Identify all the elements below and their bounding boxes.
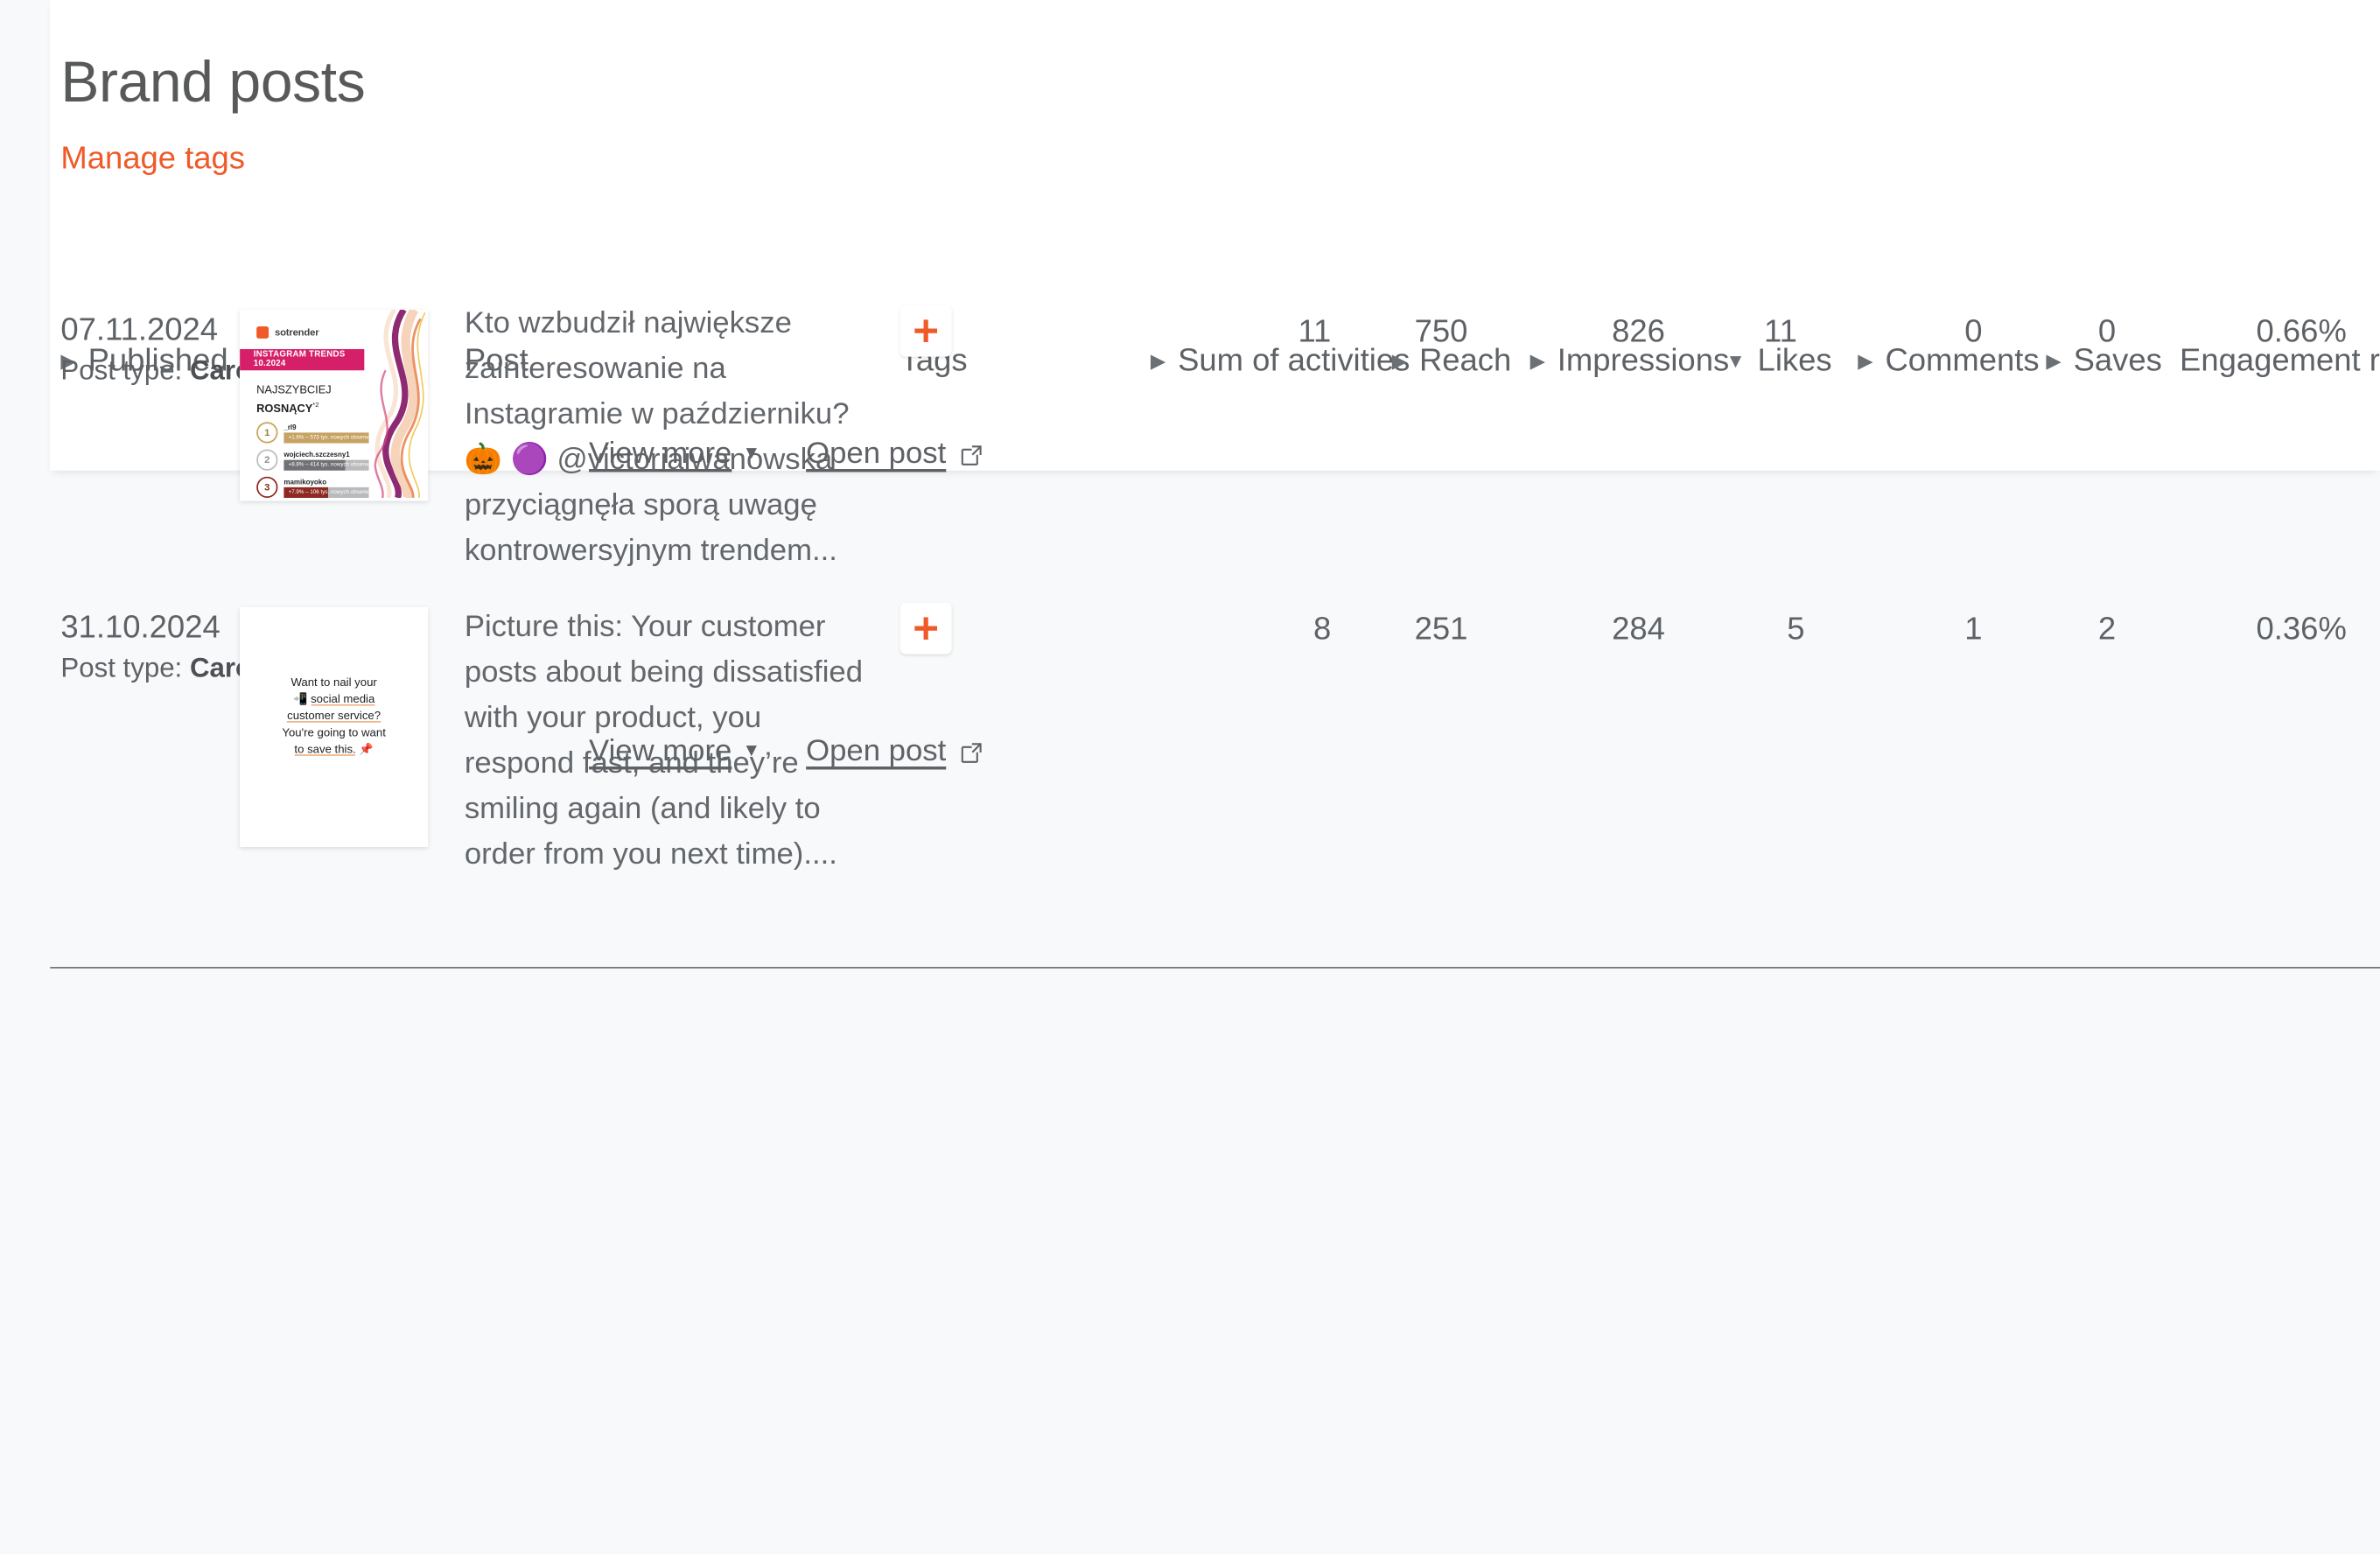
mobile-phone-icon: 📲 — [292, 692, 308, 706]
rank-bar: +1.6% – 573 tys. nowych obserw. — [284, 431, 370, 443]
post-actions: View more ▼ Open post — [589, 438, 984, 472]
external-link-icon — [960, 443, 984, 467]
open-post-button[interactable]: Open post — [806, 438, 984, 472]
chevron-down-icon: ▼ — [742, 440, 761, 463]
published-date: 07.11.2024 — [60, 312, 219, 348]
open-post-label: Open post — [806, 437, 947, 471]
ranking-entry: 1 _rl9 +1.6% – 573 tys. nowych obserw. — [256, 422, 370, 444]
thumbnail-text: Want to nail your 📲 social media custome… — [240, 674, 428, 757]
brand-posts-page: Brand posts Manage tags ▶ Published Post… — [0, 0, 2380, 1554]
rank-username: mamikoyoko — [284, 477, 327, 486]
view-more-button[interactable]: View more ▼ — [589, 735, 760, 770]
external-link-icon — [960, 740, 984, 765]
pushpin-icon: 📌 — [359, 742, 374, 756]
open-post-button[interactable]: Open post — [806, 735, 984, 770]
chevron-down-icon: ▼ — [742, 738, 761, 760]
page-title: Brand posts — [60, 51, 366, 116]
post-thumbnail[interactable]: Want to nail your 📲 social media custome… — [240, 606, 429, 847]
triangle-right-icon: ▶ — [1150, 348, 1166, 372]
thumbnail-headline-sup: *2 — [312, 400, 319, 408]
rank-bar-label: +1.6% – 573 tys. nowych obserw. — [288, 434, 370, 441]
triangle-right-icon: ▶ — [1530, 348, 1545, 372]
manage-tags-link[interactable]: Manage tags — [60, 141, 245, 178]
thumbnail-text-line1: Want to nail your — [290, 675, 377, 690]
thumbnail-text-line4: You're going to want — [282, 725, 386, 739]
triangle-right-icon: ▶ — [1858, 348, 1873, 372]
thumbnail-text-line3: customer service? — [287, 709, 382, 723]
rank-number: 2 — [256, 449, 278, 471]
triangle-right-icon: ▶ — [2046, 348, 2062, 372]
row-separator — [50, 967, 2380, 969]
rank-username: wojciech.szczesny1 — [284, 450, 350, 458]
ranking-entry: 3 mamikoyoko +7.9% – 106 tys. nowych obs… — [256, 476, 370, 498]
thumbnail-banner: INSTAGRAM TRENDS 10.2024 — [240, 348, 365, 371]
add-tag-button[interactable] — [900, 304, 952, 357]
plus-icon — [914, 617, 937, 640]
ranking-entry: 2 wojciech.szczesny1 +8.8% – 414 tys. no… — [256, 449, 370, 471]
thumbnail-headline-line1: NAJSZYBCIEJ — [256, 382, 332, 396]
thumbnail-headline: NAJSZYBCIEJ ROSNĄCY*2 — [256, 382, 331, 415]
view-more-button[interactable]: View more ▼ — [589, 438, 760, 472]
rank-bar: +7.9% – 106 tys. nowych obserw. — [284, 486, 370, 498]
published-date: 31.10.2024 — [60, 610, 220, 646]
thumbnail-text-line2: social media — [311, 692, 375, 706]
add-tag-button[interactable] — [900, 602, 952, 654]
rank-bar-label: +8.8% – 414 tys. nowych obserw. — [288, 461, 370, 468]
plus-icon — [914, 319, 937, 342]
rank-bar-label: +7.9% – 106 tys. nowych obserw. — [288, 488, 370, 495]
text-card-thumbnail: Want to nail your 📲 social media custome… — [240, 606, 429, 847]
triangle-right-icon: ▶ — [1391, 348, 1408, 372]
logo-mark-icon — [256, 326, 270, 339]
sotrender-infographic-thumbnail: sotrender INSTAGRAM TRENDS 10.2024 NAJSZ… — [240, 309, 429, 498]
rank-bar: +8.8% – 414 tys. nowych obserw. — [284, 458, 370, 470]
thumbnail-headline-line2: ROSNĄCY — [256, 400, 313, 415]
sotrender-logo: sotrender — [256, 326, 319, 339]
thumbnail-text-line5: to save this. — [294, 742, 356, 756]
rank-number: 3 — [256, 476, 278, 498]
view-more-label: View more — [589, 437, 732, 471]
thumbnail-banner-label: INSTAGRAM TRENDS 10.2024 — [253, 350, 346, 369]
metric-engagement-rate: 0.66% — [2256, 314, 2347, 349]
logo-text: sotrender — [274, 326, 319, 338]
rank-number: 1 — [256, 422, 278, 444]
metric-engagement-rate: 0.36% — [2256, 612, 2347, 647]
view-more-label: View more — [589, 734, 732, 768]
post-actions: View more ▼ Open post — [589, 735, 984, 770]
post-thumbnail[interactable]: sotrender INSTAGRAM TRENDS 10.2024 NAJSZ… — [240, 309, 429, 501]
post-type-prefix: Post type: — [60, 354, 183, 386]
triangle-down-icon: ▼ — [1726, 348, 1746, 372]
post-type-prefix: Post type: — [60, 652, 183, 683]
open-post-label: Open post — [806, 734, 947, 768]
rank-username: _rl9 — [284, 423, 297, 430]
